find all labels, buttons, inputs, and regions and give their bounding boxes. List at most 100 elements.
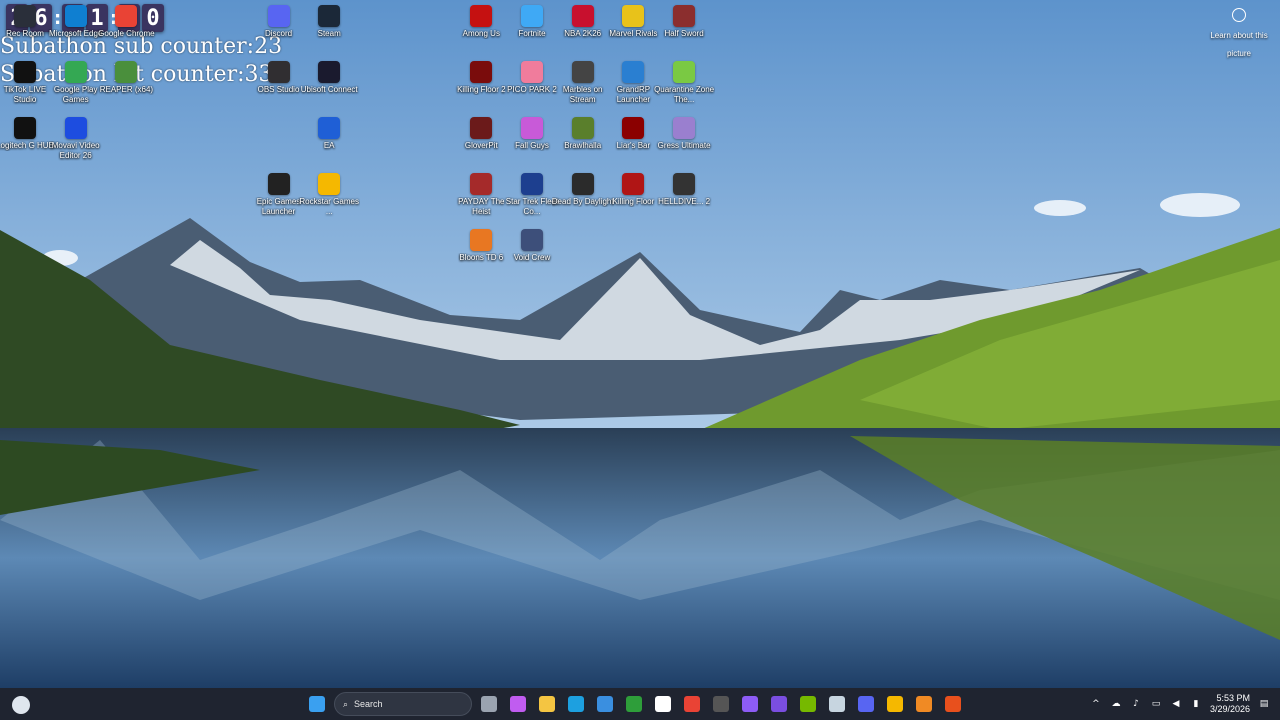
taskbar-xbox-button[interactable] bbox=[622, 692, 646, 716]
taskbar-start-button[interactable] bbox=[305, 692, 329, 716]
chevron-up-icon[interactable]: ^ bbox=[1090, 698, 1102, 710]
volume-icon[interactable]: ◀ bbox=[1170, 698, 1182, 710]
file-explorer-icon bbox=[539, 696, 555, 712]
app-icon bbox=[64, 5, 87, 27]
desktop-shortcut[interactable]: Steam bbox=[298, 2, 360, 56]
affinity-icon bbox=[916, 696, 932, 712]
app-icon bbox=[318, 5, 341, 27]
desktop-shortcut-label: Quarantine Zone The... bbox=[654, 85, 715, 104]
desktop-shortcut-label: Half Sword bbox=[664, 29, 704, 38]
app-icon bbox=[571, 61, 594, 83]
app-icon bbox=[673, 173, 696, 195]
taskbar-task-view-button[interactable] bbox=[477, 692, 501, 716]
clock[interactable]: 5:53 PM 3/29/2026 bbox=[1210, 693, 1250, 715]
app-icon bbox=[14, 61, 36, 83]
app-icon bbox=[64, 117, 87, 139]
desktop-shortcut-label: Steam bbox=[317, 29, 341, 38]
app-icon bbox=[571, 117, 594, 139]
app-icon bbox=[470, 173, 493, 195]
notification-icon[interactable]: ▤ bbox=[1258, 698, 1270, 710]
app-icon bbox=[470, 61, 493, 83]
desktop-shortcut[interactable]: REAPER (x64) bbox=[95, 58, 157, 112]
clock-date: 3/29/2026 bbox=[1209, 704, 1250, 714]
desktop-shortcut[interactable]: Movavi Video Editor 26 bbox=[45, 114, 107, 168]
start-icon bbox=[309, 696, 325, 712]
app-icon bbox=[64, 61, 87, 83]
desktop-shortcut-label: Google Chrome bbox=[98, 29, 155, 38]
notepad-icon bbox=[655, 696, 671, 712]
app-icon bbox=[521, 5, 543, 27]
app-icon bbox=[673, 117, 696, 139]
network-icon[interactable]: ▭ bbox=[1150, 698, 1162, 710]
taskbar-obs-button[interactable] bbox=[709, 692, 733, 716]
chrome-icon bbox=[684, 696, 700, 712]
app-icon bbox=[521, 117, 543, 139]
task-view-icon bbox=[481, 696, 497, 712]
app-icon bbox=[267, 5, 290, 27]
nvidia-icon bbox=[800, 696, 816, 712]
desktop-shortcut[interactable]: Ubisoft Connect bbox=[298, 58, 360, 112]
discord-icon bbox=[858, 696, 874, 712]
taskbar-steam-button[interactable] bbox=[825, 692, 849, 716]
desktop-shortcut-label: Gress Ultimate bbox=[657, 141, 711, 150]
taskbar-notepad-button[interactable] bbox=[651, 692, 675, 716]
app-icon bbox=[521, 61, 543, 83]
search-placeholder: Search bbox=[354, 699, 383, 709]
system-tray: ^ ☁ ♪ ▭ ◀ ▮ 5:53 PM 3/29/2026 ▤ bbox=[1090, 688, 1270, 720]
app-icon bbox=[318, 117, 341, 139]
desktop-shortcut-label: Rockstar Games ... bbox=[299, 197, 359, 216]
taskbar-rockstar-button[interactable] bbox=[883, 692, 907, 716]
taskbar-twitch-studio-button[interactable] bbox=[738, 692, 762, 716]
app-icon bbox=[470, 229, 493, 251]
xbox-icon bbox=[626, 696, 642, 712]
taskbar-edge-button[interactable] bbox=[564, 692, 588, 716]
app-icon bbox=[14, 117, 36, 139]
clipchamp-icon bbox=[771, 696, 787, 712]
copilot-icon bbox=[510, 696, 526, 712]
app-icon bbox=[318, 173, 341, 195]
taskbar-search-box[interactable]: ⌕ Search bbox=[334, 692, 472, 716]
desktop-shortcut-label: HELLDIVE... 2 bbox=[658, 197, 711, 206]
desktop-shortcut[interactable]: Google Chrome bbox=[95, 2, 157, 56]
taskbar-clipchamp-button[interactable] bbox=[767, 692, 791, 716]
app-icon bbox=[622, 61, 645, 83]
obs-icon bbox=[713, 696, 729, 712]
battery-icon[interactable]: ▮ bbox=[1190, 698, 1202, 710]
learn-about-picture-button[interactable]: Learn about this picture bbox=[1208, 6, 1270, 61]
app-icon bbox=[318, 61, 341, 83]
search-icon: ⌕ bbox=[343, 698, 349, 709]
taskbar-file-explorer-button[interactable] bbox=[535, 692, 559, 716]
widgets-icon[interactable] bbox=[12, 696, 30, 714]
desktop-shortcut[interactable]: Rockstar Games ... bbox=[298, 170, 360, 224]
learn-about-picture-label: Learn about this picture bbox=[1210, 31, 1268, 58]
desktop-shortcut[interactable]: Half Sword bbox=[653, 2, 715, 56]
app-icon bbox=[470, 117, 493, 139]
store-icon bbox=[597, 696, 613, 712]
app-icon bbox=[673, 61, 696, 83]
taskbar: ⌕ Search ^ ☁ ♪ ▭ ◀ ▮ 5:53 PM 3/29/2026 ▤ bbox=[0, 688, 1280, 720]
app-icon bbox=[14, 5, 36, 27]
camera-icon bbox=[1232, 8, 1246, 22]
desktop-shortcut[interactable]: HELLDIVE... 2 bbox=[653, 170, 715, 224]
taskbar-chrome-button[interactable] bbox=[680, 692, 704, 716]
rockstar-icon bbox=[887, 696, 903, 712]
microphone-icon[interactable]: ♪ bbox=[1130, 698, 1142, 710]
app-icon bbox=[622, 173, 645, 195]
twitch-studio-icon bbox=[742, 696, 758, 712]
taskbar-store-button[interactable] bbox=[593, 692, 617, 716]
app-icon bbox=[622, 5, 645, 27]
desktop-shortcut[interactable]: Quarantine Zone The... bbox=[653, 58, 715, 112]
onedrive-icon[interactable]: ☁ bbox=[1110, 698, 1122, 710]
app-icon bbox=[267, 173, 290, 195]
taskbar-affinity-button[interactable] bbox=[912, 692, 936, 716]
taskbar-discord-button[interactable] bbox=[854, 692, 878, 716]
desktop-shortcut[interactable]: Void Crew bbox=[501, 226, 563, 280]
taskbar-nvidia-button[interactable] bbox=[796, 692, 820, 716]
desktop-shortcut[interactable]: EA bbox=[298, 114, 360, 168]
edge-icon bbox=[568, 696, 584, 712]
desktop-shortcut-label: Ubisoft Connect bbox=[300, 85, 358, 94]
desktop-shortcut[interactable]: Gress Ultimate bbox=[653, 114, 715, 168]
taskbar-brave-button[interactable] bbox=[941, 692, 965, 716]
app-icon bbox=[571, 173, 594, 195]
taskbar-copilot-button[interactable] bbox=[506, 692, 530, 716]
